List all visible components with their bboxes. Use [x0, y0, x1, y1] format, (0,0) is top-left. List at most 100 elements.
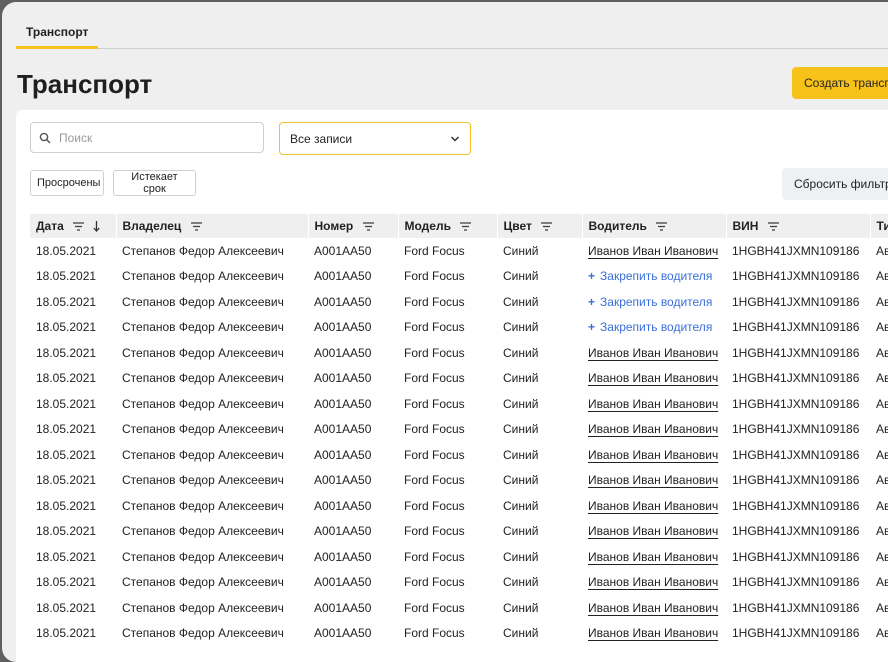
table-row[interactable]: 18.05.2021 Степанов Федор Алексеевич A001A…	[30, 493, 888, 519]
cell-type: Ав	[876, 626, 888, 641]
create-transport-button[interactable]: Создать трансп	[792, 67, 888, 99]
table-row[interactable]: 18.05.2021 Степанов Федор Алексеевич A001A…	[30, 468, 888, 494]
cell-driver: Иванов Иван Иванович	[582, 519, 726, 545]
cell-color: Синий	[503, 549, 539, 564]
cell-owner: Степанов Федор Алексеевич	[122, 371, 284, 386]
driver-link[interactable]: Иванов Иван Иванович	[588, 448, 718, 462]
cell-color: Синий	[503, 243, 539, 258]
cell-date: 18.05.2021	[36, 396, 97, 411]
cell-type: Ав	[876, 243, 888, 258]
cell-driver: Иванов Иван Иванович	[582, 544, 726, 570]
cell-owner: Степанов Федор Алексеевич	[122, 473, 284, 488]
cell-date: 18.05.2021	[36, 600, 97, 615]
cell-number: A001AA50	[314, 600, 372, 615]
driver-link[interactable]: Иванов Иван Иванович	[588, 575, 718, 589]
filter-chip-expiring[interactable]: Истекает срок	[113, 170, 196, 196]
cell-owner: Степанов Федор Алексеевич	[122, 294, 284, 309]
filter-chip-overdue[interactable]: Просрочены	[30, 170, 104, 196]
cell-vin: 1HGBH41JXMN109186	[732, 243, 860, 258]
cell-vin: 1HGBH41JXMN109186	[732, 447, 860, 462]
column-model[interactable]: Модель	[398, 214, 498, 238]
cell-vin: 1HGBH41JXMN109186	[732, 524, 860, 539]
table-row[interactable]: 18.05.2021 Степанов Федор Алексеевич A001A…	[30, 391, 888, 417]
driver-link[interactable]: Иванов Иван Иванович	[588, 550, 718, 564]
driver-link[interactable]: Иванов Иван Иванович	[588, 499, 718, 513]
sort-down-icon[interactable]	[93, 221, 101, 233]
search-box[interactable]	[30, 122, 264, 153]
cell-model: Ford Focus	[404, 549, 465, 564]
reset-filters-button[interactable]: Сбросить фильтр	[782, 168, 888, 200]
plus-icon: +	[588, 294, 596, 309]
cell-number: A001AA50	[314, 294, 372, 309]
table-row[interactable]: 18.05.2021 Степанов Федор Алексеевич A001A…	[30, 621, 888, 647]
cell-date: 18.05.2021	[36, 498, 97, 513]
cell-owner: Степанов Федор Алексеевич	[122, 396, 284, 411]
cell-date: 18.05.2021	[36, 243, 97, 258]
column-driver[interactable]: Водитель	[582, 214, 727, 238]
cell-vin: 1HGBH41JXMN109186	[732, 549, 860, 564]
cell-number: A001AA50	[314, 320, 372, 335]
tab-transport[interactable]: Транспорт	[16, 22, 99, 49]
table-row[interactable]: 18.05.2021 Степанов Федор Алексеевич A001A…	[30, 417, 888, 443]
cell-driver: Иванов Иван Иванович	[582, 366, 726, 392]
driver-link[interactable]: Иванов Иван Иванович	[588, 346, 718, 360]
column-type[interactable]: Ти	[870, 214, 888, 238]
cell-type: Ав	[876, 498, 888, 513]
cell-model: Ford Focus	[404, 345, 465, 360]
table-row[interactable]: 18.05.2021 Степанов Федор Алексеевич A001A…	[30, 315, 888, 341]
cell-color: Синий	[503, 396, 539, 411]
column-number[interactable]: Номер	[308, 214, 399, 238]
table-row[interactable]: 18.05.2021 Степанов Федор Алексеевич A001A…	[30, 340, 888, 366]
cell-number: A001AA50	[314, 396, 372, 411]
attach-driver-link[interactable]: + Закрепить водителя	[588, 269, 712, 283]
table-row[interactable]: 18.05.2021 Степанов Федор Алексеевич A001A…	[30, 442, 888, 468]
filter-icon[interactable]	[767, 222, 779, 231]
cell-vin: 1HGBH41JXMN109186	[732, 320, 860, 335]
table-row[interactable]: 18.05.2021 Степанов Федор Алексеевич A001A…	[30, 238, 888, 264]
column-date[interactable]: Дата	[30, 214, 117, 238]
driver-link[interactable]: Иванов Иван Иванович	[588, 601, 718, 615]
driver-link[interactable]: Иванов Иван Иванович	[588, 524, 718, 538]
filter-icon[interactable]	[73, 222, 85, 231]
filter-icon[interactable]	[460, 222, 472, 231]
cell-color: Синий	[503, 447, 539, 462]
cell-color: Синий	[503, 269, 539, 284]
driver-link[interactable]: Иванов Иван Иванович	[588, 422, 718, 436]
table-row[interactable]: 18.05.2021 Степанов Федор Алексеевич A001A…	[30, 544, 888, 570]
records-select[interactable]: Все записи	[279, 122, 471, 155]
driver-link[interactable]: Иванов Иван Иванович	[588, 397, 718, 411]
cell-color: Синий	[503, 422, 539, 437]
filter-icon[interactable]	[656, 222, 668, 231]
filter-icon[interactable]	[190, 222, 202, 231]
cell-vin: 1HGBH41JXMN109186	[732, 422, 860, 437]
table-row[interactable]: 18.05.2021 Степанов Федор Алексеевич A001A…	[30, 366, 888, 392]
cell-driver: Иванов Иван Иванович	[582, 595, 726, 621]
cell-owner: Степанов Федор Алексеевич	[122, 243, 284, 258]
attach-driver-link[interactable]: + Закрепить водителя	[588, 320, 712, 334]
driver-link[interactable]: Иванов Иван Иванович	[588, 244, 718, 258]
search-input[interactable]	[57, 129, 241, 146]
cell-date: 18.05.2021	[36, 447, 97, 462]
cell-color: Синий	[503, 600, 539, 615]
table-row[interactable]: 18.05.2021 Степанов Федор Алексеевич A001A…	[30, 595, 888, 621]
driver-link[interactable]: Иванов Иван Иванович	[588, 473, 718, 487]
cell-model: Ford Focus	[404, 524, 465, 539]
cell-vin: 1HGBH41JXMN109186	[732, 371, 860, 386]
column-color[interactable]: Цвет	[497, 214, 583, 238]
cell-vin: 1HGBH41JXMN109186	[732, 396, 860, 411]
cell-model: Ford Focus	[404, 447, 465, 462]
cell-vin: 1HGBH41JXMN109186	[732, 294, 860, 309]
table-row[interactable]: 18.05.2021 Степанов Федор Алексеевич A001A…	[30, 519, 888, 545]
column-owner[interactable]: Владелец	[116, 214, 309, 238]
attach-driver-link[interactable]: + Закрепить водителя	[588, 295, 712, 309]
column-vin[interactable]: ВИН	[726, 214, 871, 238]
attach-driver-label: Закрепить водителя	[600, 269, 713, 284]
table-row[interactable]: 18.05.2021 Степанов Федор Алексеевич A001A…	[30, 264, 888, 290]
cell-number: A001AA50	[314, 371, 372, 386]
table-row[interactable]: 18.05.2021 Степанов Федор Алексеевич A001A…	[30, 570, 888, 596]
driver-link[interactable]: Иванов Иван Иванович	[588, 371, 718, 385]
driver-link[interactable]: Иванов Иван Иванович	[588, 626, 718, 640]
table-row[interactable]: 18.05.2021 Степанов Федор Алексеевич A001A…	[30, 289, 888, 315]
filter-icon[interactable]	[541, 222, 553, 231]
filter-icon[interactable]	[362, 222, 374, 231]
